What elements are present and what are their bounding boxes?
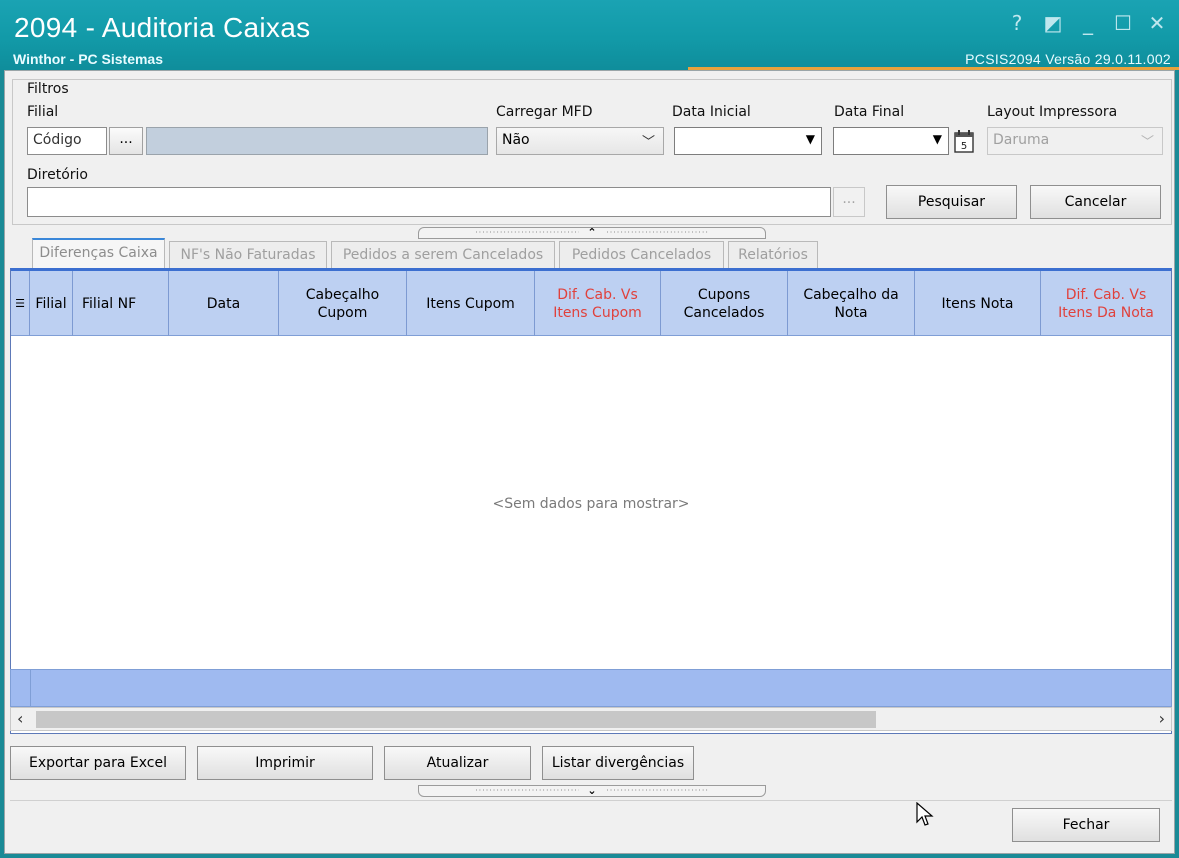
data-inicial-picker[interactable]: ▼	[674, 127, 822, 155]
grid-header: ☰ Filial Filial NF Data Cabeçalho Cupom …	[11, 271, 1171, 336]
column-data[interactable]: Data	[169, 271, 279, 336]
tab-pedidos-a-serem-cancelados[interactable]: Pedidos a serem Cancelados	[331, 241, 555, 268]
dropdown-arrow-icon: ▼	[805, 132, 815, 146]
column-dif-cab-itens-nota[interactable]: Dif. Cab. Vs Itens Da Nota	[1041, 271, 1171, 336]
restore-alt-icon[interactable]: ◩	[1040, 10, 1066, 36]
atualizar-button[interactable]: Atualizar	[384, 746, 531, 780]
dropdown-arrow-icon: ▼	[932, 132, 942, 146]
title-bar: 2094 - Auditoria Caixas Winthor - PC Sis…	[0, 0, 1179, 70]
help-icon[interactable]: ?	[1004, 10, 1030, 36]
splitter-collapse-top[interactable]: ········································…	[418, 227, 766, 239]
column-dif-cab-itens-cupom[interactable]: Dif. Cab. Vs Itens Cupom	[535, 271, 661, 336]
bottom-panel	[10, 800, 1172, 850]
splitter-collapse-bottom[interactable]: ········································…	[418, 785, 766, 797]
fechar-label: Fechar	[1062, 817, 1110, 833]
tab-pedidos-cancelados[interactable]: Pedidos Cancelados	[559, 241, 724, 268]
exportar-excel-button[interactable]: Exportar para Excel	[10, 746, 186, 780]
atualizar-label: Atualizar	[426, 755, 489, 771]
layout-impressora-label: Layout Impressora	[987, 104, 1118, 120]
cancelar-button[interactable]: Cancelar	[1030, 185, 1161, 219]
data-final-label: Data Final	[834, 104, 905, 120]
column-chooser-icon[interactable]: ☰	[11, 271, 30, 336]
data-inicial-label: Data Inicial	[672, 104, 751, 120]
imprimir-label: Imprimir	[255, 755, 315, 771]
column-cabecalho-cupom[interactable]: Cabeçalho Cupom	[279, 271, 407, 336]
filters-legend: Filtros	[26, 81, 70, 97]
diretorio-input[interactable]	[27, 187, 831, 217]
diretorio-label: Diretório	[27, 167, 88, 183]
main-window: Filtros Filial Código ... Carregar MFD N…	[4, 70, 1175, 854]
chevron-down-icon: ﹀	[641, 135, 655, 150]
pesquisar-label: Pesquisar	[917, 194, 986, 210]
layout-impressora-select: Daruma ﹀	[987, 127, 1163, 155]
imprimir-button[interactable]: Imprimir	[197, 746, 373, 780]
window-title: 2094 - Auditoria Caixas	[14, 12, 311, 43]
close-icon[interactable]: ✕	[1144, 10, 1170, 36]
scroll-left-icon[interactable]: ‹	[17, 709, 23, 728]
diretorio-browse-button: ...	[833, 187, 865, 217]
column-itens-nota[interactable]: Itens Nota	[915, 271, 1041, 336]
chevron-up-icon: ⌃	[579, 228, 605, 238]
column-itens-cupom[interactable]: Itens Cupom	[407, 271, 535, 336]
data-final-picker[interactable]: ▼	[833, 127, 949, 155]
window-subtitle: Winthor - PC Sistemas	[13, 51, 164, 67]
svg-text:5: 5	[961, 141, 967, 152]
chevron-down-icon: ⌄	[579, 786, 605, 796]
mouse-cursor-icon	[916, 801, 934, 828]
tab-nfs-nao-faturadas[interactable]: NF's Não Faturadas	[169, 241, 327, 268]
pesquisar-button[interactable]: Pesquisar	[886, 185, 1017, 219]
data-grid[interactable]: ☰ Filial Filial NF Data Cabeçalho Cupom …	[10, 268, 1172, 734]
column-cabecalho-nota[interactable]: Cabeçalho da Nota	[788, 271, 915, 336]
listar-divergencias-button[interactable]: Listar divergências	[542, 746, 694, 780]
column-filial-nf[interactable]: Filial NF	[73, 271, 169, 336]
column-filial[interactable]: Filial	[30, 271, 73, 336]
carregar-mfd-label: Carregar MFD	[496, 104, 593, 120]
filial-name-field	[146, 127, 488, 155]
scrollbar-thumb[interactable]	[36, 711, 876, 728]
layout-impressora-value: Daruma	[993, 132, 1050, 148]
minimize-icon[interactable]: _	[1075, 10, 1101, 36]
column-cupons-cancelados[interactable]: Cupons Cancelados	[661, 271, 788, 336]
grid-footer-indicator	[11, 670, 31, 706]
exportar-excel-label: Exportar para Excel	[29, 755, 167, 771]
calendar-icon[interactable]: 5	[953, 129, 975, 153]
version-label: PCSIS2094 Versão 29.0.11.002	[965, 51, 1171, 67]
horizontal-scrollbar[interactable]: ‹ ›	[10, 707, 1172, 731]
listar-divergencias-label: Listar divergências	[551, 755, 685, 771]
filial-label: Filial	[27, 104, 59, 120]
grid-footer-row	[10, 669, 1172, 707]
filial-code-input[interactable]: Código	[27, 127, 107, 155]
carregar-mfd-value: Não	[502, 132, 530, 148]
filial-lookup-button[interactable]: ...	[109, 127, 143, 155]
tab-diferencas-caixa[interactable]: Diferenças Caixa	[32, 238, 165, 269]
chevron-down-icon: ﹀	[1140, 135, 1154, 150]
carregar-mfd-select[interactable]: Não ﹀	[496, 127, 664, 155]
fechar-button[interactable]: Fechar	[1012, 808, 1160, 842]
empty-grid-message: <Sem dados para mostrar>	[492, 496, 690, 512]
tab-relatorios[interactable]: Relatórios	[728, 241, 818, 268]
cancelar-label: Cancelar	[1064, 194, 1127, 210]
scroll-right-icon[interactable]: ›	[1159, 709, 1165, 728]
maximize-icon[interactable]: ☐	[1110, 10, 1136, 36]
